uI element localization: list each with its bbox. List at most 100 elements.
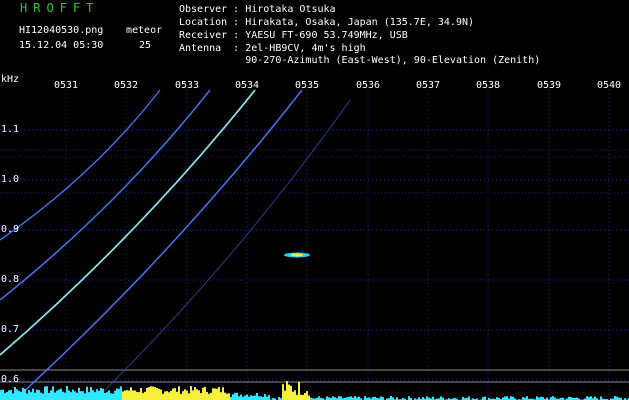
noise-bar <box>282 384 284 400</box>
noise-bar <box>174 388 176 400</box>
noise-bar <box>148 387 150 400</box>
noise-bar <box>2 389 4 400</box>
noise-bar <box>164 391 166 400</box>
freq-tick-label: 0.8 <box>1 274 20 285</box>
noise-bar <box>198 390 200 400</box>
noise-bar <box>182 391 184 400</box>
noise-bar <box>80 391 82 400</box>
noise-bar <box>86 386 88 400</box>
noise-bar <box>8 390 10 400</box>
noise-bar <box>122 391 124 400</box>
noise-bar <box>252 395 254 400</box>
noise-bar <box>504 396 506 400</box>
noise-bar <box>10 389 12 400</box>
noise-bar <box>340 396 342 400</box>
noise-bar <box>468 396 470 400</box>
noise-bar <box>46 386 48 400</box>
time-tick-label: 0532 <box>114 80 139 91</box>
time-tick-label: 0539 <box>537 80 562 91</box>
noise-bar <box>22 387 24 400</box>
noise-bar <box>114 390 116 400</box>
noise-bar <box>108 390 110 400</box>
noise-bar <box>210 392 212 400</box>
noise-bar <box>286 381 288 400</box>
noise-bar <box>120 386 122 400</box>
noise-bar <box>526 396 528 400</box>
noise-bar <box>506 396 508 400</box>
noise-bar <box>228 393 230 400</box>
noise-bar <box>294 390 296 400</box>
noise-bar <box>66 386 68 400</box>
noise-bar <box>34 392 36 400</box>
noise-bar <box>138 392 140 400</box>
noise-bar <box>94 392 96 400</box>
noise-bar <box>128 390 130 400</box>
noise-bar <box>44 386 46 400</box>
noise-bar <box>232 394 234 400</box>
noise-bar <box>72 389 74 400</box>
noise-bar <box>196 389 198 400</box>
freq-tick-label: 0.7 <box>1 324 20 335</box>
noise-bar <box>202 387 204 400</box>
noise-bar <box>132 390 134 400</box>
noise-bar <box>6 392 8 400</box>
noise-bar <box>150 386 152 400</box>
noise-bar <box>200 392 202 400</box>
noise-bar <box>204 386 206 400</box>
noise-bar <box>256 393 258 400</box>
noise-bar <box>146 387 148 400</box>
meteor-echo-core <box>291 253 303 257</box>
noise-bar <box>88 392 90 400</box>
noise-bar <box>84 393 86 400</box>
noise-bar <box>284 390 286 400</box>
noise-bar <box>300 394 302 400</box>
drift-trace <box>0 89 211 301</box>
drift-trace <box>99 99 351 396</box>
noise-bar <box>290 385 292 400</box>
noise-bar <box>36 389 38 400</box>
noise-bar <box>76 392 78 400</box>
noise-bar <box>82 391 84 400</box>
freq-tick-label: 1.1 <box>1 124 20 135</box>
noise-bar <box>50 390 52 400</box>
noise-bar <box>552 396 554 400</box>
noise-bar <box>124 390 126 400</box>
noise-bar <box>118 388 120 400</box>
noise-bar <box>54 392 56 400</box>
drift-trace <box>0 89 161 241</box>
noise-bar <box>266 396 268 400</box>
noise-bar <box>170 390 172 400</box>
noise-bar <box>614 396 616 400</box>
noise-bar <box>126 390 128 400</box>
noise-bar <box>268 394 270 400</box>
noise-bar <box>166 391 168 400</box>
noise-bar <box>116 388 118 400</box>
noise-bar <box>238 396 240 400</box>
noise-bar <box>102 388 104 400</box>
time-tick-label: 0538 <box>476 80 501 91</box>
noise-bar <box>160 389 162 400</box>
noise-bar <box>144 391 146 400</box>
noise-bar <box>590 396 592 400</box>
noise-bar <box>250 395 252 400</box>
noise-bar <box>48 393 50 400</box>
noise-bar <box>52 386 54 400</box>
noise-bar <box>184 389 186 400</box>
noise-bar <box>56 390 58 400</box>
noise-bar <box>42 393 44 400</box>
noise-bar <box>426 396 428 400</box>
noise-bar <box>60 388 62 400</box>
noise-bar <box>154 387 156 400</box>
noise-bar <box>192 390 194 400</box>
noise-bar <box>510 396 512 400</box>
noise-bar <box>186 390 188 400</box>
noise-bar <box>112 393 114 400</box>
noise-bar <box>254 395 256 400</box>
noise-bar <box>600 396 602 400</box>
noise-bar <box>14 386 16 400</box>
noise-bar <box>306 391 308 400</box>
noise-bar <box>298 381 300 400</box>
noise-bar <box>90 386 92 400</box>
noise-bar <box>12 393 14 400</box>
noise-bar <box>0 390 2 400</box>
